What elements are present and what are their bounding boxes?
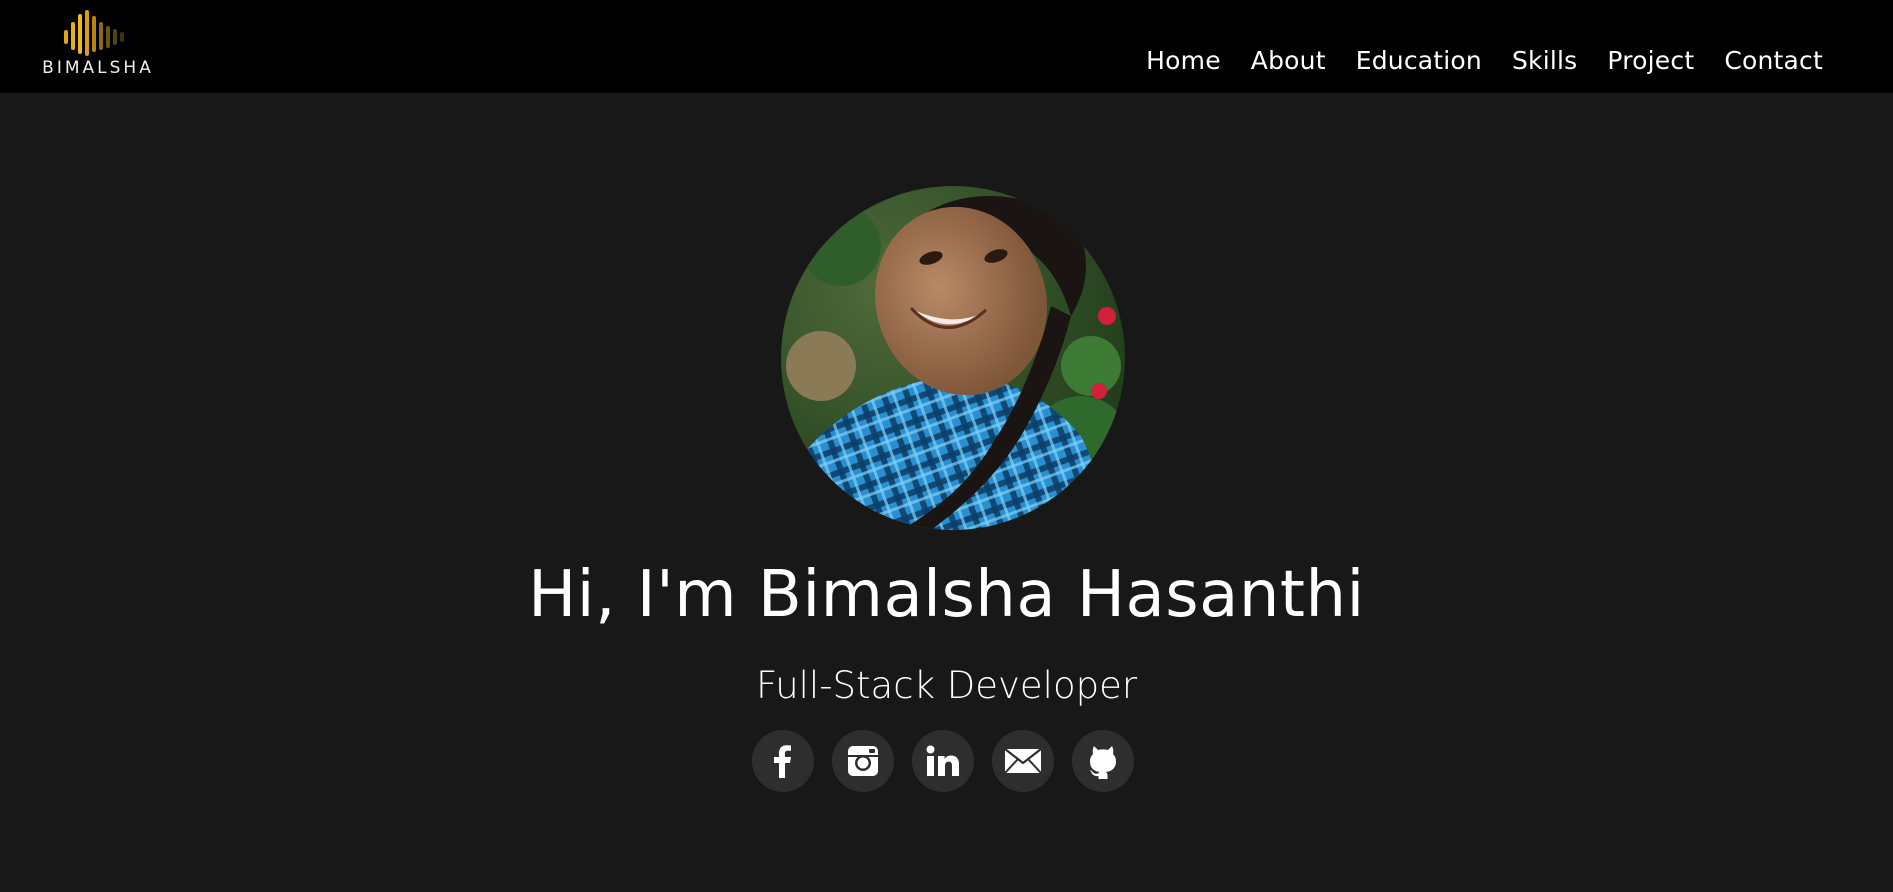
soundwave-bars-icon: [64, 8, 134, 58]
nav-item-skills[interactable]: Skills: [1512, 46, 1577, 75]
logo-text: BIMALSHA: [42, 58, 154, 78]
facebook-link[interactable]: [752, 730, 814, 792]
navbar: BIMALSHA Home About Education Skills Pro…: [0, 0, 1893, 93]
social-links: [752, 730, 1134, 792]
profile-photo: [781, 186, 1125, 530]
github-icon: [1089, 746, 1116, 779]
nav-item-home[interactable]: Home: [1146, 46, 1221, 75]
hero-headline: Hi, I'm Bimalsha Hasanthi: [528, 558, 1365, 632]
email-link[interactable]: [992, 730, 1054, 792]
nav-item-contact[interactable]: Contact: [1724, 46, 1823, 75]
nav-item-project[interactable]: Project: [1607, 46, 1694, 75]
nav-item-about[interactable]: About: [1251, 46, 1326, 75]
linkedin-link[interactable]: [912, 730, 974, 792]
email-icon: [1004, 748, 1042, 774]
instagram-icon: [848, 746, 878, 776]
hero-subtitle: Full-Stack Developer: [755, 664, 1138, 707]
facebook-icon: [774, 745, 791, 778]
github-link[interactable]: [1072, 730, 1134, 792]
instagram-link[interactable]: [832, 730, 894, 792]
profile-photo-illustration: [781, 186, 1125, 530]
nav-item-education[interactable]: Education: [1356, 46, 1482, 75]
main-nav: Home About Education Skills Project Cont…: [1146, 46, 1823, 75]
linkedin-icon: [926, 745, 959, 776]
brand-logo[interactable]: BIMALSHA: [28, 8, 168, 84]
